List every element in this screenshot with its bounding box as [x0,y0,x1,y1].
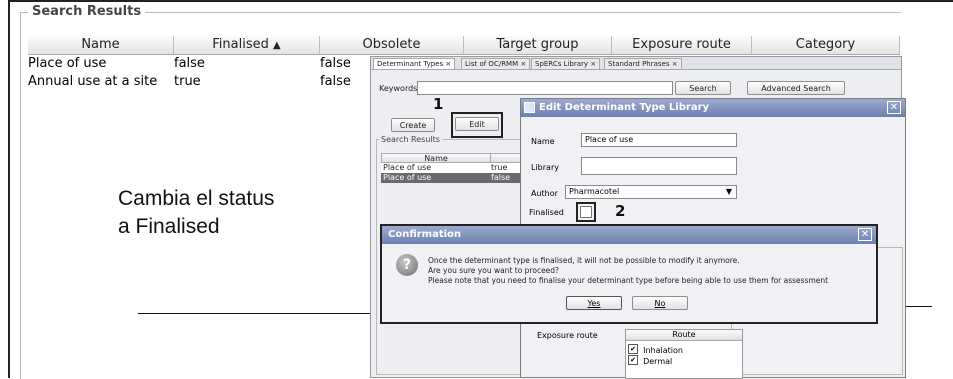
author-value: Pharmacotel [569,187,620,196]
exposure-route-table: Route ✔ Inhalation ✔ Dermal [625,329,743,379]
results-table-header: Name [381,153,521,163]
result-name: Place of use [383,173,432,182]
column-header-finalised-label: Finalised [212,37,269,52]
column-header-exposure-route[interactable]: Exposure route [612,36,752,54]
checkbox-checked-icon[interactable]: ✔ [628,354,638,365]
route-row-dermal[interactable]: ✔ Dermal [628,353,673,366]
author-label: Author [531,189,558,198]
header-divider [490,154,491,163]
column-header-finalised[interactable]: Finalised ▲ [174,36,320,54]
table-row[interactable]: Place of use false false [28,55,378,73]
route-label: Dermal [643,357,673,366]
edit-button[interactable]: Edit [455,117,499,131]
tab-sperc-library[interactable]: SpERCs Library × [531,58,601,69]
confirmation-message-line2: Are you sure you want to proceed? [428,266,560,275]
edit-dialog-titlebar[interactable]: Edit Determinant Type Library ✕ [521,99,905,117]
search-button[interactable]: Search [675,81,731,95]
row-name: Annual use at a site [28,74,158,89]
column-header-name[interactable]: Name [28,36,174,54]
tab-determinant-types[interactable]: Determinant Types × [373,58,456,69]
result-value: false [491,173,511,182]
name-input[interactable]: Place of use [581,133,737,147]
row-obsolete: false [320,56,351,71]
step-marker-2: 2 [615,202,626,220]
tab-standard-phrases[interactable]: Standard Phrases × [604,58,682,69]
confirmation-dialog: Confirmation ✕ ? Once the determinant ty… [380,224,878,324]
library-label: Library [531,163,559,172]
result-value: true [491,163,508,172]
column-header-category[interactable]: Category [752,36,900,54]
row-finalised: true [174,74,201,89]
app-window-icon [524,102,535,113]
results-title: Search Results [379,135,442,144]
result-name: Place of use [383,163,432,172]
advanced-search-button[interactable]: Advanced Search [747,81,845,95]
exposure-route-label: Exposure route [537,331,598,340]
close-icon[interactable]: ✕ [887,101,901,114]
row-obsolete: false [320,74,351,89]
route-row-inhalation[interactable]: ✔ Inhalation [628,342,683,355]
annotation-caption-line2: a Finalised [118,215,220,238]
table-header: Name Finalised ▲ Obsolete Target group E… [28,36,900,55]
name-label: Name [531,137,555,146]
annotation-caption-line1: Cambia el status [118,187,275,210]
create-button[interactable]: Create [391,118,435,132]
confirmation-message-line3: Please note that you need to finalise yo… [428,276,829,285]
edit-dialog-title: Edit Determinant Type Library [539,102,710,113]
question-icon: ? [396,254,418,276]
chevron-down-icon: ▼ [725,187,732,196]
no-button[interactable]: No [632,296,688,310]
table-row-selected[interactable]: Place of use false [381,173,521,183]
yes-label: Yes [587,299,601,308]
row-name: Place of use [28,56,107,71]
column-header-target-group[interactable]: Target group [464,36,612,54]
row-finalised: false [174,56,205,71]
tab-list-of-oc-rmm[interactable]: List of OC/RMM × [461,58,531,69]
sort-ascending-icon: ▲ [273,40,281,51]
table-row[interactable]: Place of use true [381,163,521,173]
no-label: No [654,299,666,308]
keywords-input[interactable] [417,81,673,95]
keywords-label: Keywords: [379,84,421,93]
finalised-label: Finalised [529,208,564,217]
yes-button[interactable]: Yes [566,296,622,310]
step-marker-1: 1 [433,95,444,113]
confirmation-titlebar[interactable]: Confirmation ✕ [382,226,876,244]
checkbox-checked-icon[interactable]: ✔ [628,343,638,354]
confirmation-message-line1: Once the determinant type is finalised, … [428,256,740,265]
tab-bar: Determinant Types × List of OC/RMM × SpE… [371,57,901,70]
close-icon[interactable]: ✕ [858,228,872,241]
annotation-pointer-line-right [904,306,932,307]
table-row[interactable]: Annual use at a site true false [28,73,378,91]
search-results-title: Search Results [28,4,146,19]
annotation-pointer-line [138,313,370,314]
author-select[interactable]: Pharmacotel ▼ [565,185,737,199]
route-header: Route [626,330,742,341]
confirmation-title: Confirmation [388,229,462,240]
finalised-checkbox[interactable] [580,206,592,218]
library-input[interactable] [581,157,737,175]
column-header-obsolete[interactable]: Obsolete [320,36,464,54]
